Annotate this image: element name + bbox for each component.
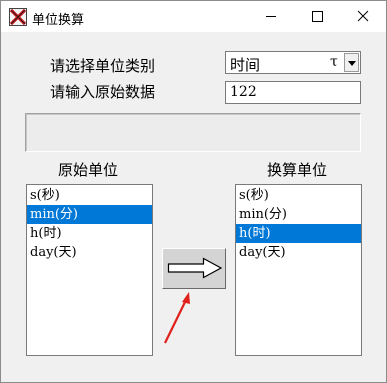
close-icon	[357, 10, 369, 22]
target-unit-item[interactable]: s(秒)	[236, 186, 361, 205]
right-arrow-icon	[167, 257, 223, 279]
minimize-button[interactable]	[248, 1, 294, 32]
result-display	[25, 113, 361, 152]
target-unit-item[interactable]: h(时)	[236, 224, 361, 243]
close-button[interactable]	[340, 1, 386, 32]
category-label: 请选择单位类别	[50, 57, 156, 75]
category-select-value: 时间	[230, 56, 261, 74]
source-unit-label: 原始单位	[58, 161, 119, 179]
title-bar[interactable]: 单位换算	[1, 1, 386, 32]
category-select[interactable]: 时间 τ	[225, 51, 361, 74]
source-unit-item[interactable]: day(天)	[27, 243, 152, 262]
target-unit-item[interactable]: day(天)	[236, 243, 361, 262]
source-unit-list[interactable]: s(秒) min(分) h(时) day(天)	[26, 184, 153, 356]
target-unit-item[interactable]: min(分)	[236, 205, 361, 224]
minimize-icon	[266, 16, 276, 17]
target-unit-label: 换算单位	[267, 161, 328, 179]
unit-converter-window: 单位换算 请选择单位类别 请输入原始数据 时间 τ 122 原始单位 换算单位 …	[0, 0, 387, 383]
category-select-suffix: τ	[330, 54, 338, 70]
target-unit-list[interactable]: s(秒) min(分) h(时) day(天)	[235, 184, 362, 356]
app-icon	[9, 8, 27, 26]
input-label: 请输入原始数据	[50, 83, 156, 101]
original-value-input[interactable]: 122	[225, 81, 361, 104]
source-unit-item[interactable]: s(秒)	[27, 186, 152, 205]
category-dropdown-button[interactable]	[344, 53, 359, 72]
window-title: 单位换算	[32, 13, 85, 28]
annotation-arrow-icon	[164, 292, 190, 344]
maximize-button[interactable]	[294, 1, 340, 32]
source-unit-item[interactable]: min(分)	[27, 205, 152, 224]
maximize-icon	[312, 11, 323, 22]
dropdown-arrow-icon	[348, 61, 356, 66]
source-unit-item[interactable]: h(时)	[27, 224, 152, 243]
convert-button[interactable]	[162, 248, 226, 289]
original-value-text: 122	[230, 84, 257, 100]
